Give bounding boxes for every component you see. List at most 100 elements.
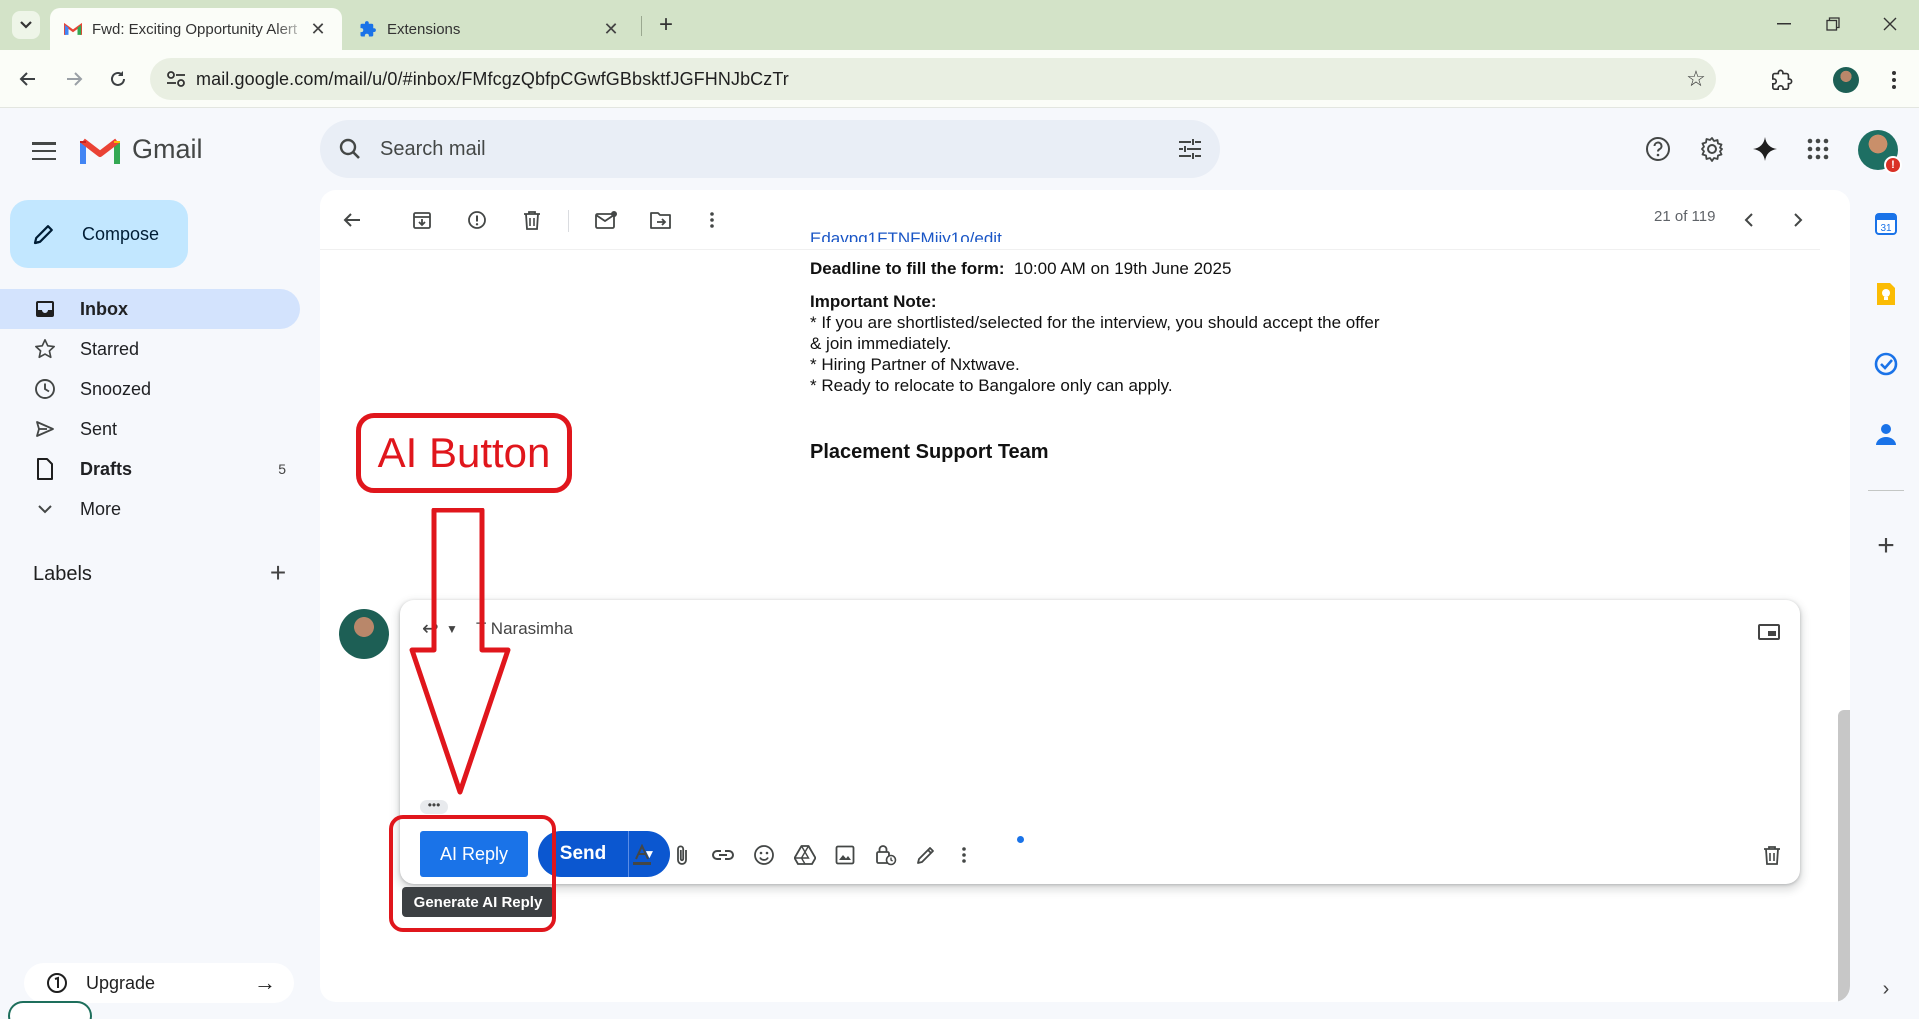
gemini-sparkle-icon[interactable] [1747, 131, 1783, 167]
search-bar[interactable] [320, 120, 1220, 178]
gmail-logo-icon [80, 138, 120, 164]
chevron-down-icon [34, 498, 56, 520]
clock-icon [34, 378, 56, 400]
address-bar[interactable]: mail.google.com/mail/u/0/#inbox/FMfcgzQb… [150, 58, 1716, 100]
formatting-options-icon[interactable] [628, 841, 656, 869]
main-menu-icon[interactable] [28, 136, 60, 166]
tab-extensions[interactable]: Extensions ✕ [345, 8, 635, 50]
keep-icon[interactable] [1870, 278, 1902, 310]
show-trimmed-content-icon[interactable]: ••• [420, 799, 448, 814]
reload-icon[interactable] [102, 63, 134, 95]
deadline-value: 10:00 AM on 19th June 2025 [1014, 259, 1232, 278]
deadline-label: Deadline to fill the form: [810, 259, 1005, 278]
drive-icon[interactable] [791, 841, 819, 869]
get-add-ons-icon[interactable]: + [1870, 529, 1902, 562]
chevron-down-icon [20, 21, 32, 29]
note-line: * If you are shortlisted/selected for th… [810, 313, 1380, 332]
discard-draft-icon[interactable] [1758, 841, 1786, 869]
tab-search-button[interactable] [12, 11, 40, 39]
sidebar-item-drafts[interactable]: Drafts 5 [0, 449, 300, 489]
help-icon[interactable] [1640, 131, 1676, 167]
apps-grid-icon[interactable] [1800, 131, 1836, 167]
sidebar-item-label: Inbox [80, 298, 128, 319]
profile-avatar-icon[interactable] [1830, 64, 1862, 96]
inbox-icon [34, 298, 56, 320]
back-to-inbox-icon[interactable] [338, 206, 366, 234]
tasks-icon[interactable] [1870, 348, 1902, 380]
sidebar-item-sent[interactable]: Sent [0, 409, 300, 449]
sidebar-item-label: Starred [80, 338, 140, 359]
signature-pen-icon[interactable] [912, 841, 940, 869]
alert-badge-icon: ! [1884, 156, 1902, 174]
upgrade-icon [46, 972, 68, 994]
mark-unread-icon[interactable] [592, 206, 620, 234]
report-spam-icon[interactable] [463, 206, 491, 234]
upgrade-button[interactable]: Upgrade → [24, 963, 294, 1003]
calendar-icon[interactable]: 31 [1870, 208, 1902, 240]
insert-emoji-icon[interactable] [750, 841, 778, 869]
insert-link-icon[interactable] [709, 841, 737, 869]
annotation-highlight-box [389, 815, 556, 932]
arrow-right-icon: → [254, 970, 276, 995]
search-input[interactable] [380, 137, 1160, 161]
pop-out-icon[interactable] [1758, 624, 1780, 640]
newer-chevron-icon[interactable] [1735, 206, 1763, 234]
browser-tab-strip: Fwd: Exciting Opportunity Alert ✕ Extens… [0, 0, 1919, 50]
close-window-icon[interactable] [1870, 10, 1910, 38]
sidebar-item-starred[interactable]: Starred [0, 329, 300, 369]
tab-gmail[interactable]: Fwd: Exciting Opportunity Alert ✕ [50, 8, 342, 50]
archive-icon[interactable] [408, 206, 436, 234]
new-tab-button[interactable]: + [652, 11, 680, 39]
note-line: * Hiring Partner of Nxtwave. [810, 355, 1020, 374]
draft-icon [34, 458, 56, 480]
extension-bubble-icon[interactable] [8, 1001, 92, 1019]
compose-button[interactable]: Compose [10, 200, 188, 268]
search-icon[interactable] [320, 138, 380, 160]
email-signature: Placement Support Team [810, 441, 1049, 463]
confidential-mode-icon[interactable] [872, 841, 900, 869]
back-icon[interactable] [12, 63, 44, 95]
gmail-icon [64, 20, 82, 38]
note-heading: Important Note: [810, 292, 937, 311]
note-line: & join immediately. [810, 334, 952, 353]
delete-icon[interactable] [518, 206, 546, 234]
search-options-icon[interactable] [1160, 138, 1220, 160]
annotation-arrow-icon [409, 508, 511, 795]
forward-icon[interactable] [58, 63, 90, 95]
site-info-icon[interactable] [156, 70, 196, 88]
extensions-icon[interactable] [1766, 64, 1798, 96]
contacts-icon[interactable] [1870, 418, 1902, 450]
bookmark-star-icon[interactable]: ☆ [1676, 66, 1716, 92]
more-options-icon[interactable] [698, 206, 726, 234]
insert-photo-icon[interactable] [831, 841, 859, 869]
attach-file-icon[interactable] [668, 841, 696, 869]
browser-menu-icon[interactable] [1878, 64, 1910, 96]
restore-icon[interactable] [1813, 10, 1853, 38]
pencil-icon [32, 222, 62, 246]
gmail-wordmark: Gmail [132, 134, 203, 164]
minimize-icon[interactable] [1764, 10, 1804, 38]
browser-toolbar: mail.google.com/mail/u/0/#inbox/FMfcgzQb… [0, 50, 1919, 108]
reply-composer: ↩ ▼ T Narasimha ••• AI Reply Send ▼ [400, 600, 1800, 884]
more-send-options-icon[interactable] [950, 841, 978, 869]
sidebar-item-snoozed[interactable]: Snoozed [0, 369, 300, 409]
avatar [339, 609, 389, 659]
settings-gear-icon[interactable] [1694, 131, 1730, 167]
star-icon [34, 338, 56, 360]
move-to-icon[interactable] [647, 206, 675, 234]
account-avatar[interactable]: ! [1858, 130, 1902, 174]
add-label-button[interactable]: + [265, 557, 291, 588]
sidebar-item-inbox[interactable]: Inbox [0, 289, 300, 329]
tab-title: Fwd: Exciting Opportunity Alert [92, 20, 298, 38]
scrollbar[interactable] [1838, 710, 1850, 1002]
close-tab-icon[interactable]: ✕ [308, 19, 328, 40]
sidebar-item-more[interactable]: More [0, 489, 300, 529]
form-link[interactable]: Edavpq1FTNFMjjy1o/edit [810, 228, 1510, 242]
expand-side-panel-icon[interactable]: › [1872, 975, 1900, 1003]
sidebar-item-label: Sent [80, 418, 118, 439]
sidebar-item-label: Snoozed [80, 378, 152, 399]
close-tab-icon[interactable]: ✕ [601, 19, 621, 40]
url-text: mail.google.com/mail/u/0/#inbox/FMfcgzQb… [196, 68, 789, 89]
older-chevron-icon[interactable] [1784, 206, 1812, 234]
email-body: Edavpq1FTNFMjjy1o/edit Deadline to fill … [810, 229, 1510, 463]
